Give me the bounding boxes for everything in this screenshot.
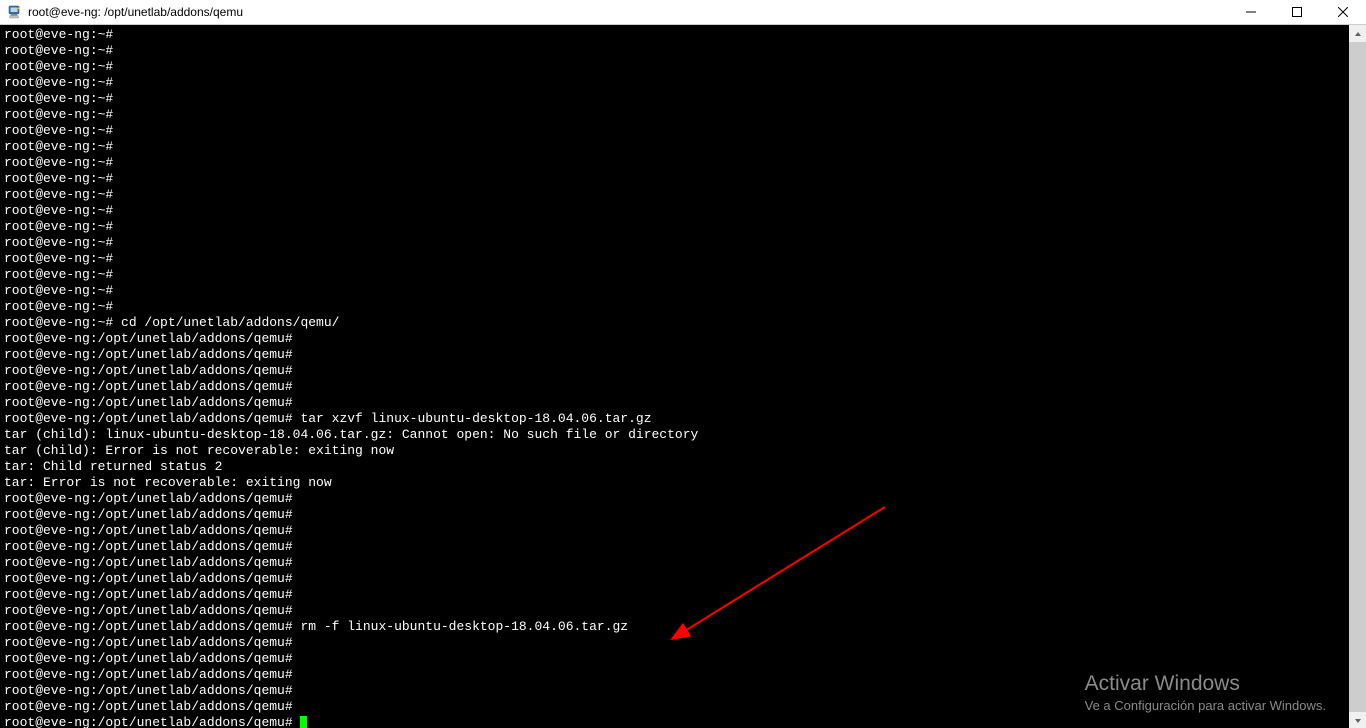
window-titlebar: root@eve-ng: /opt/unetlab/addons/qemu [0, 0, 1366, 25]
scroll-thumb[interactable] [1349, 42, 1366, 712]
window-title: root@eve-ng: /opt/unetlab/addons/qemu [28, 5, 243, 19]
minimize-button[interactable] [1228, 0, 1274, 24]
putty-icon [6, 4, 22, 20]
terminal-cursor [300, 716, 307, 728]
scroll-up-button[interactable] [1349, 25, 1366, 42]
maximize-button[interactable] [1274, 0, 1320, 24]
close-button[interactable] [1320, 0, 1366, 24]
terminal-container: root@eve-ng:~# root@eve-ng:~# root@eve-n… [0, 25, 1366, 728]
scrollbar[interactable] [1349, 25, 1366, 728]
scroll-down-button[interactable] [1349, 712, 1366, 728]
scroll-track[interactable] [1349, 42, 1366, 712]
terminal[interactable]: root@eve-ng:~# root@eve-ng:~# root@eve-n… [0, 25, 1349, 728]
